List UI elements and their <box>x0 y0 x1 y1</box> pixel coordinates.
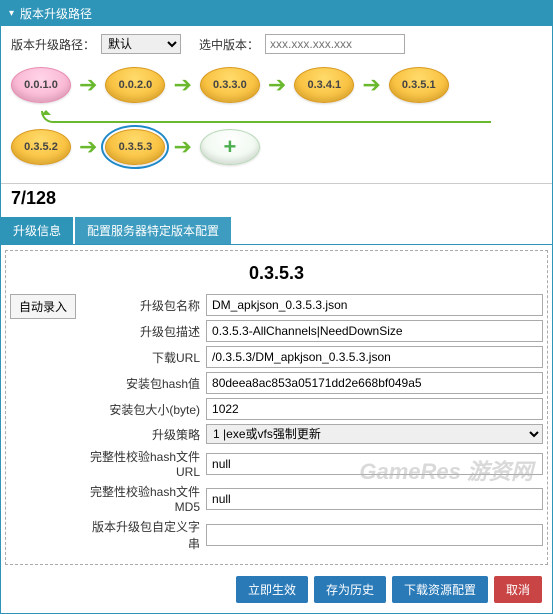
version-node[interactable]: 0.3.4.1 <box>294 67 354 103</box>
version-node[interactable]: 0.0.1.0 <box>11 67 71 103</box>
form-input[interactable] <box>206 320 543 342</box>
version-counter: 7/128 <box>1 183 552 213</box>
arrow-icon: ➔ <box>79 72 97 98</box>
form-label: 完整性校验hash文件URL <box>86 448 206 479</box>
select-version-label: 选中版本： <box>199 36 259 53</box>
panel-title: 版本升级路径 <box>20 5 92 22</box>
form-label: 版本升级包自定义字串 <box>86 518 206 552</box>
version-flow: 0.0.1.0 ➔ 0.0.2.0 ➔ 0.3.3.0 ➔ 0.3.4.1 ➔ … <box>1 62 552 183</box>
path-label: 版本升级路径： <box>11 36 95 53</box>
form-label: 升级包描述 <box>86 323 206 340</box>
save-history-button[interactable]: 存为历史 <box>314 576 386 603</box>
version-node[interactable]: 0.3.3.0 <box>200 67 260 103</box>
form-input[interactable] <box>206 453 543 475</box>
panel-header[interactable]: ▾ 版本升级路径 <box>1 1 552 26</box>
arrow-icon: ➔ <box>362 72 380 98</box>
form-input[interactable] <box>206 372 543 394</box>
add-version-node[interactable]: + <box>200 129 260 165</box>
form-input[interactable] <box>206 346 543 368</box>
form-label: 安装包hash值 <box>86 375 206 392</box>
arrow-icon: ➔ <box>173 72 191 98</box>
form-label: 下载URL <box>86 349 206 366</box>
version-node-current[interactable]: 0.3.5.3 <box>105 129 165 165</box>
form-select[interactable]: 1 |exe或vfs强制更新 <box>206 424 543 444</box>
select-version-input[interactable] <box>265 34 405 54</box>
form-input[interactable] <box>206 524 543 546</box>
version-node[interactable]: 0.3.5.2 <box>11 129 71 165</box>
download-config-button[interactable]: 下载资源配置 <box>392 576 488 603</box>
tab-server-config[interactable]: 配置服务器特定版本配置 <box>75 217 231 244</box>
form-input[interactable] <box>206 294 543 316</box>
path-select[interactable]: 默认 <box>101 34 181 54</box>
tab-upgrade-info[interactable]: 升级信息 <box>1 217 73 244</box>
form-label: 升级包名称 <box>86 297 206 314</box>
form-label: 升级策略 <box>86 426 206 443</box>
auto-input-button[interactable]: 自动录入 <box>10 294 76 319</box>
form-label: 安装包大小(byte) <box>86 401 206 418</box>
version-node[interactable]: 0.3.5.1 <box>389 67 449 103</box>
form-input[interactable] <box>206 488 543 510</box>
form-input[interactable] <box>206 398 543 420</box>
arrow-icon: ➔ <box>79 134 97 160</box>
apply-button[interactable]: 立即生效 <box>236 576 308 603</box>
loop-arrow-icon <box>41 111 491 123</box>
arrow-icon: ➔ <box>268 72 286 98</box>
cancel-button[interactable]: 取消 <box>494 576 542 603</box>
version-node[interactable]: 0.0.2.0 <box>105 67 165 103</box>
form-title: 0.3.5.3 <box>10 259 543 294</box>
collapse-icon: ▾ <box>9 8 14 19</box>
form-label: 完整性校验hash文件MD5 <box>86 483 206 514</box>
arrow-icon: ➔ <box>173 134 191 160</box>
